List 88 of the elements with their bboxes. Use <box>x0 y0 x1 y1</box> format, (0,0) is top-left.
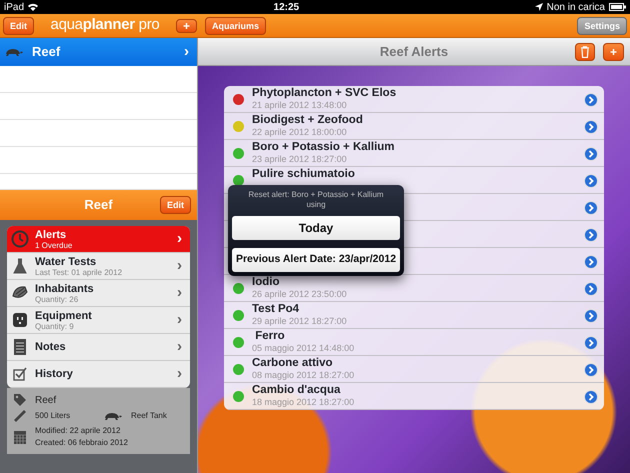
clock-time: 12:25 <box>274 0 300 14</box>
menu-subtitle: Quantity: 26 <box>35 294 80 304</box>
alert-date: 23 aprile 2012 18:27:00 <box>252 154 348 164</box>
alert-date: 18 maggio 2012 18:27:00 <box>252 397 356 407</box>
detail-disclosure-icon[interactable] <box>584 201 598 215</box>
alert-date: 22 aprile 2012 18:00:00 <box>252 127 348 137</box>
menu-item[interactable]: Inhabitants Quantity: 26 › <box>7 280 190 307</box>
alert-date: 29 aprile 2012 18:27:00 <box>252 316 348 326</box>
today-button[interactable]: Today <box>232 216 400 240</box>
ruler-icon <box>13 409 27 423</box>
detail-disclosure-icon[interactable] <box>584 255 598 269</box>
alert-title: Phytoplancton + SVC Elos <box>252 87 398 100</box>
tank-type: Reef Tank <box>131 410 167 422</box>
detail-disclosure-icon[interactable] <box>584 363 598 377</box>
detail-disclosure-icon[interactable] <box>584 282 598 296</box>
aquarium-name: Reef <box>32 43 62 62</box>
menu-item[interactable]: Notes › <box>7 334 190 361</box>
device-name: iPad <box>4 0 24 14</box>
flask-icon <box>11 257 29 275</box>
alert-title: Boro + Potassio + Kallium <box>252 141 396 154</box>
edit-button[interactable]: Edit <box>3 16 34 34</box>
alerts-title: Reef Alerts <box>380 44 448 60</box>
chevron-icon: › <box>177 254 182 278</box>
detail-disclosure-icon[interactable] <box>584 228 598 242</box>
menu-title: Alerts <box>35 228 68 240</box>
detail-disclosure-icon[interactable] <box>584 390 598 404</box>
edit-button[interactable]: Edit <box>160 196 191 214</box>
chevron-icon: › <box>177 336 182 358</box>
modified-date: Modified: 22 aprile 2012 <box>35 425 122 437</box>
detail-disclosure-icon[interactable] <box>584 120 598 134</box>
battery-icon <box>608 3 626 11</box>
aquarium-item[interactable]: Reef › <box>0 38 197 66</box>
alert-date: 21 aprile 2012 13:48:00 <box>252 100 348 110</box>
chevron-icon: › <box>177 228 182 250</box>
menu-subtitle: Last Test: 01 aprile 2012 <box>35 268 124 276</box>
alert-title: Ferro <box>254 330 286 343</box>
menu-title: Equipment <box>35 310 93 322</box>
alert-title: Test Po4 <box>252 303 300 316</box>
menu-title: Water Tests <box>35 256 98 268</box>
menu-item[interactable]: Alerts 1 Overdue › <box>7 226 190 253</box>
previous-date-button[interactable]: Previous Alert Date: 23/apr/2012 <box>232 248 400 272</box>
menu-subtitle: 1 Overdue <box>35 240 74 250</box>
turtle-icon <box>4 47 24 57</box>
checkbox-icon <box>11 365 29 383</box>
alert-title: Cambio d'acqua <box>252 384 342 397</box>
popover-message: Reset alert: Boro + Potassio + Kallium using <box>247 190 385 210</box>
chevron-icon: › <box>177 282 182 304</box>
chevron-icon: › <box>184 40 189 64</box>
trash-icon <box>580 46 590 58</box>
alert-date: 08 maggio 2012 18:27:00 <box>252 370 356 380</box>
alert-date: 05 maggio 2012 14:48:00 <box>252 343 356 353</box>
clock-icon <box>11 230 29 248</box>
detail-disclosure-icon[interactable] <box>584 147 598 161</box>
chevron-icon: › <box>177 362 182 386</box>
alert-title: Iodio <box>252 276 280 289</box>
add-button[interactable]: + <box>602 43 624 61</box>
menu-title: Inhabitants <box>35 282 95 294</box>
panel-title: Reef <box>84 196 113 214</box>
menu-item[interactable]: Water Tests Last Test: 01 aprile 2012 › <box>7 253 190 280</box>
add-button[interactable]: + <box>176 18 197 32</box>
menu-item[interactable]: Equipment Quantity: 9 › <box>7 307 190 334</box>
alert-title: Carbone attivo <box>252 357 334 370</box>
delete-button[interactable] <box>574 43 595 61</box>
tag-icon <box>13 393 27 407</box>
detail-disclosure-icon[interactable] <box>584 309 598 323</box>
volume-text: 500 Liters <box>35 410 72 422</box>
turtle-icon <box>103 411 123 421</box>
notepad-icon <box>11 338 29 356</box>
menu-title: Notes <box>35 341 67 353</box>
menu-title: History <box>35 368 74 380</box>
menu-subtitle: Quantity: 9 <box>35 322 75 330</box>
power-outlet-icon <box>11 311 29 329</box>
chevron-icon: › <box>177 308 182 332</box>
aquarium-name: Reef <box>35 394 56 408</box>
detail-disclosure-icon[interactable] <box>584 174 598 188</box>
alert-title: Biodigest + Zeofood <box>252 114 364 127</box>
charging-status: Non in carica <box>546 0 605 14</box>
alert-title: Pulire schiumatoio <box>252 168 356 181</box>
settings-button[interactable]: Settings <box>577 16 627 34</box>
created-date: Created: 06 febbraio 2012 <box>35 437 128 449</box>
location-arrow-icon <box>534 3 543 11</box>
app-logo: aquaplanner pro <box>50 15 160 36</box>
calendar-icon <box>13 429 27 445</box>
aquariums-button[interactable]: Aquariums <box>205 16 266 34</box>
detail-disclosure-icon[interactable] <box>584 336 598 350</box>
wifi-icon <box>28 3 38 11</box>
detail-disclosure-icon[interactable] <box>584 93 598 107</box>
alert-date: 26 aprile 2012 23:50:00 <box>252 289 348 299</box>
